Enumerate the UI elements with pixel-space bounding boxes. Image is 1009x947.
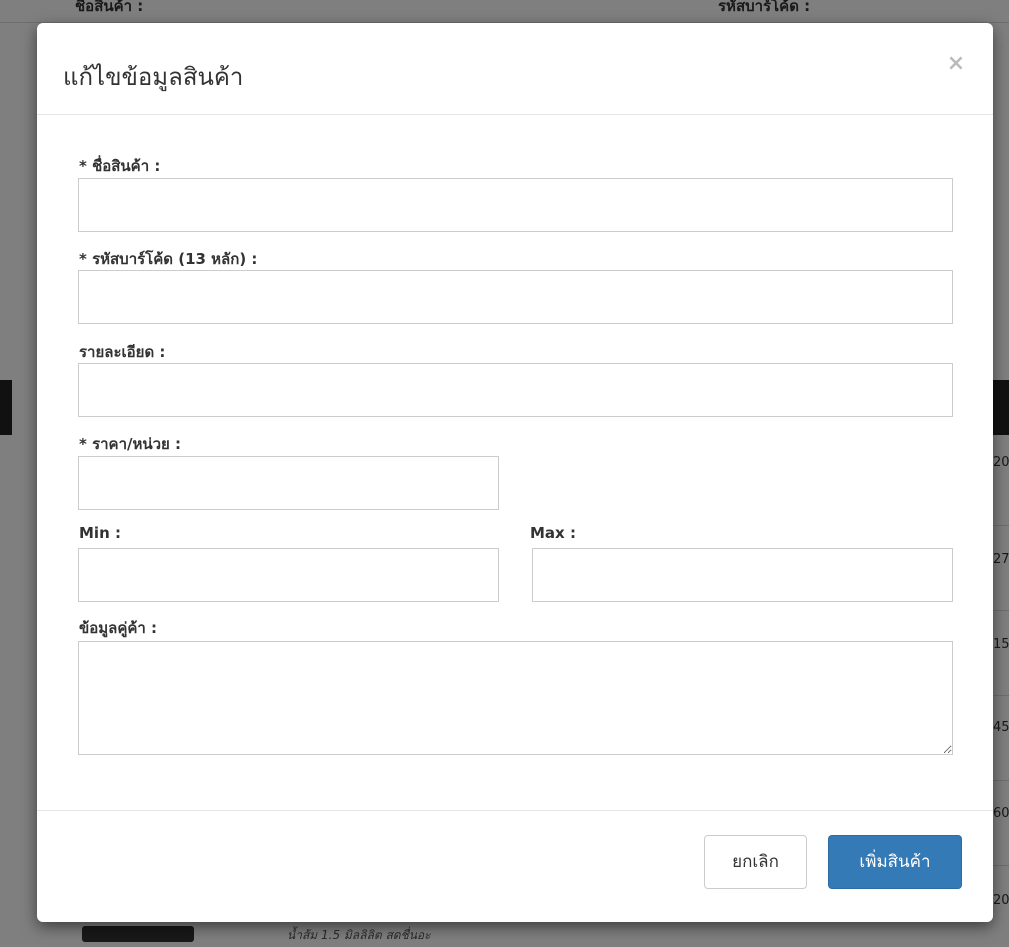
supplier-label: ข้อมูลคู่ค้า : xyxy=(79,619,158,637)
max-label: Max : xyxy=(530,524,576,542)
add-product-button[interactable]: เพิ่มสินค้า xyxy=(828,835,962,889)
modal-footer-divider xyxy=(37,810,993,811)
barcode-label: * รหัสบาร์โค้ด (13 หลัก) : xyxy=(79,250,258,268)
price-label: * ราคา/หน่วย : xyxy=(79,435,182,453)
details-input[interactable] xyxy=(78,363,953,417)
supplier-textarea[interactable] xyxy=(78,641,953,755)
edit-product-modal: แก้ไขข้อมูลสินค้า × * ชื่อสินค้า : * รหั… xyxy=(37,23,993,922)
price-input[interactable] xyxy=(78,456,499,510)
product-name-label: * ชื่อสินค้า : xyxy=(79,157,161,175)
max-input[interactable] xyxy=(532,548,953,602)
details-label: รายละเอียด : xyxy=(79,343,166,361)
close-icon[interactable]: × xyxy=(941,49,971,79)
min-input[interactable] xyxy=(78,548,499,602)
modal-header: แก้ไขข้อมูลสินค้า × xyxy=(37,23,993,115)
barcode-input[interactable] xyxy=(78,270,953,324)
cancel-button[interactable]: ยกเลิก xyxy=(704,835,807,889)
product-name-input[interactable] xyxy=(78,178,953,232)
modal-title: แก้ไขข้อมูลสินค้า xyxy=(63,63,244,91)
min-label: Min : xyxy=(79,524,121,542)
